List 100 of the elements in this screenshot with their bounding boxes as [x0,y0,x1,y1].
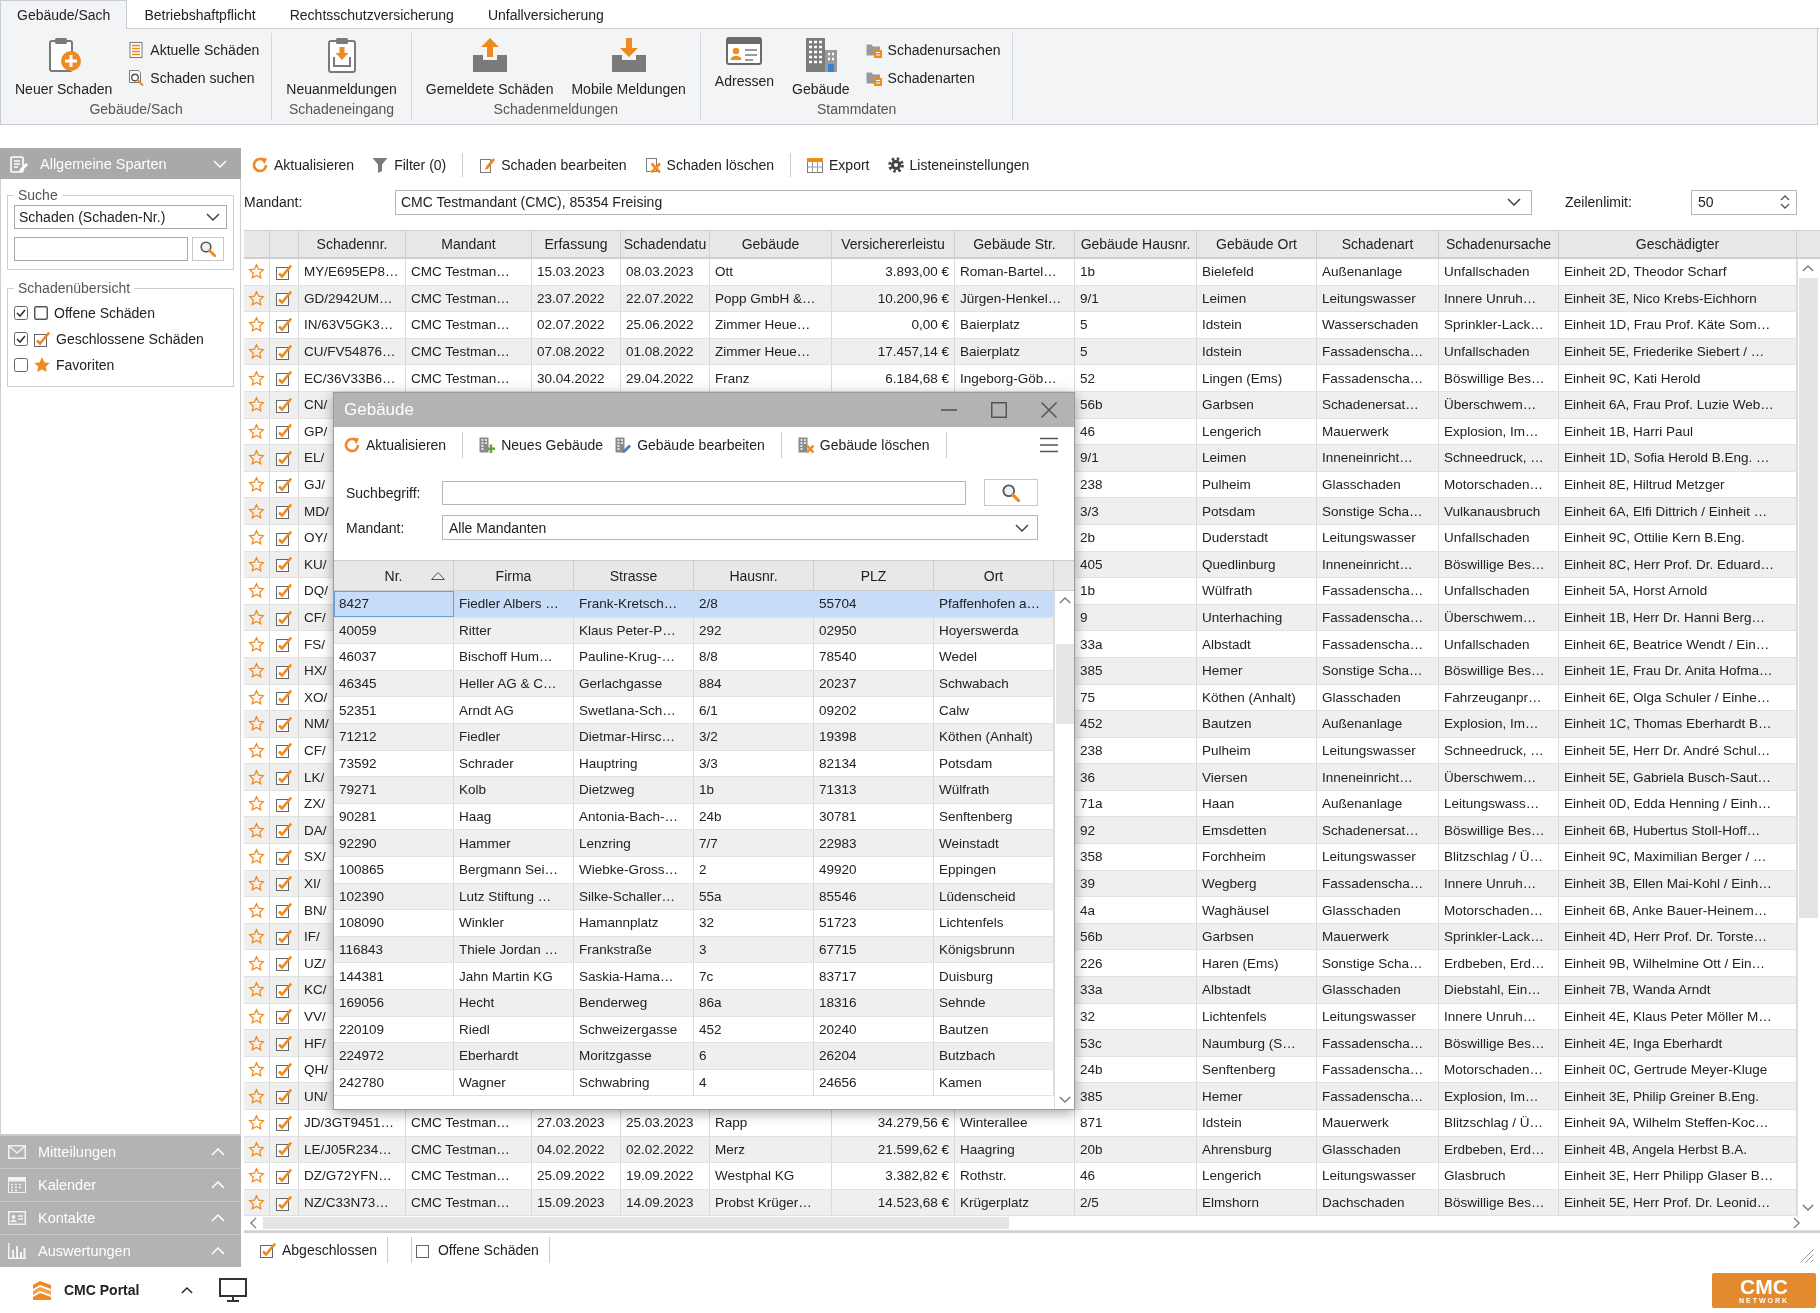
ribbon-button[interactable]: Gemeldete Schäden [421,33,558,98]
toolbar-button[interactable]: Gebäude bearbeiten [609,433,771,457]
checkbox[interactable] [276,343,292,360]
checkbox[interactable] [276,609,292,626]
star-icon[interactable] [248,795,265,813]
search-field[interactable] [442,480,966,505]
star-icon[interactable] [248,768,265,786]
checkbox[interactable] [276,795,292,812]
checkbox[interactable] [276,1088,292,1105]
star-icon[interactable] [248,449,265,467]
table-row[interactable]: 102390 Lutz Stiftung … Silke-Schaller… 55a 85546 Lüdenscheid [334,883,1054,911]
table-row[interactable]: 52351 Arndt AG Swetlana-Sch… 6/1 09202 Calw [334,697,1054,724]
tab[interactable]: Gebäude/Sach [0,0,128,29]
star-icon[interactable] [248,369,265,387]
star-icon[interactable] [248,422,265,440]
checkbox[interactable] [276,556,292,573]
star-icon[interactable] [248,316,265,334]
checkbox[interactable] [276,1035,292,1051]
star-icon[interactable] [248,928,265,946]
checkbox-label[interactable]: Offene Schäden [54,305,155,321]
star-icon[interactable] [248,821,265,839]
search-type-dropdown[interactable]: Schaden (Schaden-Nr.) [14,205,227,229]
ribbon-button[interactable]: Aktuelle Schäden [126,40,262,60]
table-row[interactable]: 169056 Hecht Benderweg 86a 18316 Sehnde [334,989,1054,1017]
star-icon[interactable] [248,1167,265,1185]
star-icon[interactable] [248,396,265,414]
checkbox[interactable] [276,476,292,493]
checkbox[interactable] [276,263,292,280]
checkbox[interactable] [276,981,292,998]
star-icon[interactable] [248,476,265,494]
column-header[interactable]: Mandant [406,231,532,257]
toolbar-button[interactable]: Schaden löschen [638,153,781,177]
star-icon[interactable] [248,609,265,626]
column-header[interactable]: Gebäude Hausnr. [1075,231,1197,257]
checkbox[interactable] [276,1114,292,1131]
filter-toggle[interactable]: Offene Schäden [411,1237,550,1263]
star-icon[interactable] [248,343,265,361]
star-icon[interactable] [248,1114,265,1132]
ribbon-button[interactable]: Mobile Meldungen [567,33,690,98]
vertical-scrollbar[interactable] [1797,259,1818,1217]
table-row[interactable]: 46345 Heller AG & C… Gerlachgasse 884 20237 Schwabach [334,670,1054,698]
checkbox[interactable] [276,290,292,307]
star-icon[interactable] [248,502,265,520]
toolbar-button[interactable]: Neues Gebäude [473,433,610,457]
star-icon[interactable] [248,981,265,999]
column-header[interactable]: Geschädigter [1559,231,1797,257]
toolbar-button[interactable]: Listeneinstellungen [881,153,1036,177]
star-icon[interactable] [248,662,265,680]
checkbox[interactable] [276,715,292,732]
table-row[interactable]: 108090 Winkler Hamannplatz 32 51723 Lichtenfels [334,910,1054,937]
checkbox[interactable] [276,955,292,972]
table-row[interactable]: 242780 Wagner Schwabring 4 24656 Kamen [334,1069,1054,1097]
table-row[interactable]: 92290 Hammer Lenzring 7/7 22983 Weinstadt [334,830,1054,857]
star-icon[interactable] [248,289,265,307]
star-icon[interactable] [248,848,265,866]
star-icon[interactable] [248,582,265,600]
star-icon[interactable] [248,715,265,733]
table-row[interactable]: 224972 Eberhardt Moritzgasse 6 26204 Butzbach [334,1043,1054,1070]
monitor-icon[interactable] [219,1278,248,1302]
checkbox[interactable] [276,396,292,413]
checkbox[interactable] [276,848,292,865]
table-row[interactable]: 100865 Bergmann Sei… Wiebke-Gross… 2 49920 Eppingen [334,856,1054,884]
checkbox[interactable] [276,529,292,546]
checkbox-label[interactable]: Geschlossene Schäden [56,331,204,347]
star-icon[interactable] [248,1034,265,1052]
checkbox[interactable] [276,875,292,892]
checkbox-label[interactable]: Favoriten [56,357,115,373]
checkbox[interactable] [276,317,292,333]
column-header[interactable]: Ort [934,561,1054,590]
column-header[interactable]: Strasse [574,561,694,590]
checkbox[interactable] [14,358,28,372]
toolbar-button[interactable]: Gebäude löschen [791,433,936,457]
toolbar-button[interactable]: Aktualisieren [338,433,453,457]
scrollbar-thumb[interactable] [263,1217,1009,1230]
column-header[interactable]: Gebäude [710,231,832,257]
column-header[interactable]: Gebäude Ort [1197,231,1317,257]
checkbox[interactable] [276,1061,292,1078]
checkbox[interactable] [276,689,292,706]
checkbox[interactable] [276,449,292,466]
toolbar-button[interactable]: Aktualisieren [246,153,361,177]
ribbon-button[interactable]: Schaden suchen [126,68,262,88]
search-button[interactable] [984,479,1038,506]
vertical-scrollbar[interactable] [1054,591,1074,1109]
ribbon-button[interactable]: Schadenarten [863,68,1003,88]
ribbon-button[interactable]: Neuer Schaden [11,33,117,98]
column-header[interactable]: Schadendatu [621,231,710,257]
column-header[interactable]: Schadenart [1317,231,1439,257]
star-icon[interactable] [248,263,265,281]
checkbox[interactable] [276,503,292,520]
table-row[interactable]: 116843 Thiele Jordan … Frankstraße 3 67715 Königsbrunn [334,936,1054,964]
table-row[interactable]: 71212 Fiedler Dietmar-Hirsc… 3/2 19398 Köthen (Anhalt) [334,723,1054,751]
checkbox[interactable] [276,822,292,839]
ribbon-button[interactable]: Adressen [710,33,778,98]
tab[interactable]: Rechtsschutzversicherung [272,0,471,28]
ribbon-button[interactable]: Schadenursachen [863,40,1003,60]
checkbox[interactable] [276,582,292,599]
checkbox[interactable] [276,928,292,945]
column-header[interactable]: Schadennr. [299,231,406,257]
star-icon[interactable] [248,901,265,919]
column-header[interactable]: Firma [454,561,574,590]
